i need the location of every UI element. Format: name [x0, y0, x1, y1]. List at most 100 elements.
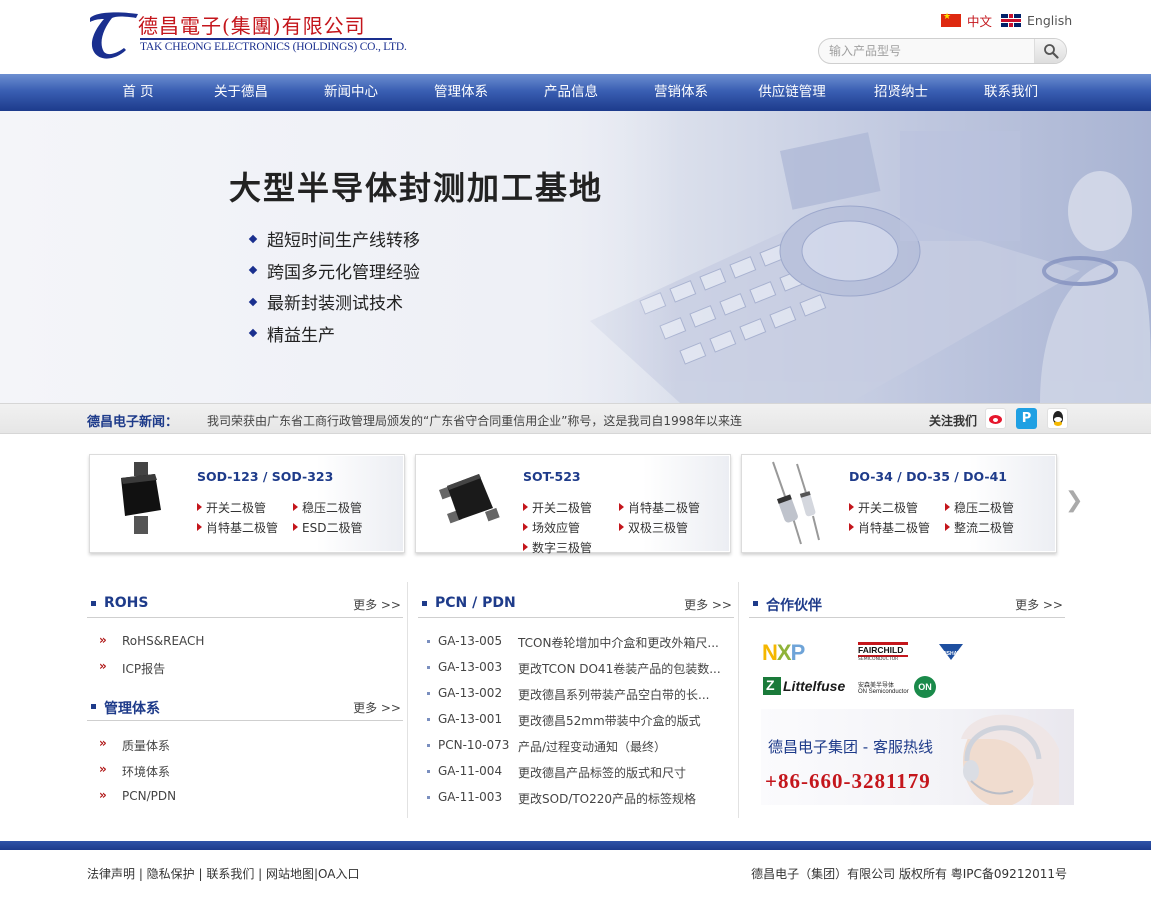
nav-careers[interactable]: 招贤纳士	[869, 74, 933, 111]
banner-bullet: 超短时间生产线转移	[248, 223, 420, 255]
vishay-logo[interactable]: VISHAY	[938, 642, 964, 667]
product-link[interactable]: 数字三极管	[523, 539, 592, 556]
product-card-sot[interactable]: SOT-523 开关二极管 肖特基二极管 场效应管 双极三极管 数字三极管	[415, 454, 731, 555]
sod-package-image	[91, 456, 187, 551]
bullet-diamond-icon	[248, 329, 258, 338]
product-link[interactable]: 肖特基二极管	[849, 519, 930, 536]
banner-bullet-list: 超短时间生产线转移 跨国多元化管理经验 最新封装测试技术 精益生产	[248, 223, 420, 350]
management-section-header: 管理体系 更多 >>	[87, 687, 403, 721]
product-card-do[interactable]: DO-34 / DO-35 / DO-41 开关二极管 稳压二极管 肖特基二极管…	[741, 454, 1057, 553]
product-link[interactable]: 开关二极管	[523, 499, 592, 516]
qq-icon[interactable]	[1047, 408, 1068, 429]
banner-bullet: 最新封装测试技术	[248, 286, 420, 318]
bullet-diamond-icon	[248, 234, 258, 243]
product-link[interactable]: 开关二极管	[849, 499, 918, 516]
double-chevron-icon: »	[99, 659, 107, 673]
rohs-more-link[interactable]: 更多 >>	[353, 596, 401, 613]
banner-title: 大型半导体封测加工基地	[229, 169, 604, 207]
product-link[interactable]: 肖特基二极管	[197, 519, 278, 536]
pcn-more-link[interactable]: 更多 >>	[684, 596, 732, 613]
logo[interactable]: 德昌電子(集團)有限公司 TAK CHEONG ELECTRONICS (HOL…	[86, 8, 407, 60]
hotline-title: 德昌电子集团 - 客服热线	[768, 738, 933, 756]
tencent-weibo-icon[interactable]: P	[1016, 408, 1037, 429]
fairchild-logo[interactable]: FAIRCHILD SEMICONDUCTOR	[858, 642, 908, 662]
nav-supply-chain[interactable]: 供应链管理	[752, 74, 832, 111]
littelfuse-logo[interactable]: Z Littelfuse	[763, 677, 845, 695]
lang-english-link[interactable]: English	[1027, 13, 1072, 28]
management-title: 管理体系	[91, 698, 160, 718]
banner-bullet-text: 跨国多元化管理经验	[267, 262, 420, 283]
product-link[interactable]: 开关二极管	[197, 499, 266, 516]
banner-bullet: 精益生产	[248, 318, 420, 350]
follow-us-label: 关注我们	[929, 414, 978, 428]
product-link[interactable]: 整流二极管	[945, 519, 1014, 536]
banner-bullet-text: 超短时间生产线转移	[267, 231, 420, 252]
news-ticker-text[interactable]: 我司荣获由广东省工商行政管理局颁发的“广东省守合同重信用企业”称号，这是我司自1…	[207, 412, 742, 429]
rohs-title: ROHS	[90, 595, 149, 611]
customer-hotline-banner[interactable]: 德昌电子集团 - 客服热线 +86-660-3281179	[761, 709, 1074, 805]
logo-name-en: TAK CHEONG ELECTRONICS (HOLDINGS) CO., L…	[140, 41, 407, 53]
bullet-dot-icon	[427, 640, 430, 643]
management-link-label: 质量体系	[122, 739, 171, 753]
product-link[interactable]: 稳压二极管	[945, 499, 1014, 516]
nav-about[interactable]: 关于德昌	[209, 74, 273, 111]
product-link[interactable]: ESD二极管	[293, 519, 362, 536]
product-link[interactable]: 肖特基二极管	[619, 499, 700, 516]
partners-title: 合作伙伴	[753, 595, 822, 615]
product-link[interactable]: 场效应管	[523, 519, 580, 536]
pcn-desc: 更改德昌52mm带装中介盒的版式	[518, 714, 701, 728]
rohs-link-label: ICP报告	[122, 662, 166, 676]
pcn-code: GA-13-001	[438, 712, 503, 726]
double-chevron-icon: »	[99, 633, 107, 647]
headset-woman-image	[961, 714, 1059, 805]
double-chevron-icon: »	[99, 788, 107, 802]
nav-products[interactable]: 产品信息	[539, 74, 603, 111]
pcn-code: PCN-10-073	[438, 738, 510, 752]
product-card-body: SOT-523 开关二极管 肖特基二极管 场效应管 双极三极管 数字三极管	[513, 456, 729, 555]
product-card-title[interactable]: DO-34 / DO-35 / DO-41	[849, 469, 1007, 484]
column-divider	[407, 582, 408, 818]
management-link[interactable]: » 质量体系	[99, 736, 171, 754]
management-link[interactable]: » PCN/PDN	[99, 788, 177, 803]
footer-links[interactable]: 法律声明 | 隐私保护 | 联系我们 | 网站地图|OA入口	[87, 865, 360, 882]
partners-section-header: 合作伙伴 更多 >>	[749, 584, 1065, 618]
nav-news[interactable]: 新闻中心	[319, 74, 383, 111]
product-card-title[interactable]: SOT-523	[523, 469, 581, 484]
rohs-link[interactable]: » RoHS&REACH	[99, 633, 204, 648]
weibo-icon[interactable]	[985, 408, 1006, 429]
nav-marketing[interactable]: 营销体系	[649, 74, 713, 111]
column-divider	[738, 582, 739, 818]
product-link[interactable]: 稳压二极管	[293, 499, 362, 516]
lang-chinese-link[interactable]: 中文	[967, 11, 992, 30]
pcn-desc: 更改SOD/TO220产品的标签规格	[518, 792, 697, 806]
partners-more-link[interactable]: 更多 >>	[1015, 596, 1063, 613]
rohs-link[interactable]: » ICP报告	[99, 659, 166, 677]
carousel-next-icon[interactable]: ❯	[1065, 488, 1083, 513]
management-link-label: PCN/PDN	[122, 789, 177, 803]
pcn-desc: 产品/过程变动通知（最终）	[518, 740, 667, 754]
rohs-section-header: ROHS 更多 >>	[87, 584, 403, 618]
banner-bullet-text: 精益生产	[267, 325, 335, 346]
management-link-label: 环境体系	[122, 765, 171, 779]
management-link[interactable]: » 环境体系	[99, 762, 171, 780]
pcn-desc: TCON卷轮增加中介盒和更改外箱尺...	[518, 636, 719, 650]
pcn-code: GA-13-005	[438, 634, 503, 648]
product-link[interactable]: 双极三极管	[619, 519, 688, 536]
banner-bullet-text: 最新封装测试技术	[267, 294, 403, 315]
search-button[interactable]	[1034, 39, 1066, 63]
nxp-logo[interactable]: NXP	[762, 640, 805, 666]
product-card-sod[interactable]: SOD-123 / SOD-323 开关二极管 稳压二极管 肖特基二极管 ESD…	[89, 454, 405, 553]
nav-home[interactable]: 首 页	[110, 74, 166, 111]
pcn-section-header: PCN / PDN 更多 >>	[418, 584, 734, 618]
search-input[interactable]	[829, 42, 1034, 60]
management-more-link[interactable]: 更多 >>	[353, 699, 401, 716]
hotline-number: +86-660-3281179	[765, 769, 931, 793]
product-card-body: SOD-123 / SOD-323 开关二极管 稳压二极管 肖特基二极管 ESD…	[187, 456, 403, 551]
nav-management[interactable]: 管理体系	[429, 74, 493, 111]
logo-mark-icon	[90, 12, 138, 59]
onsemi-logo[interactable]: 安森美半导体 ON Semiconductor	[858, 680, 909, 695]
hero-banner[interactable]: 大型半导体封测加工基地 超短时间生产线转移 跨国多元化管理经验 最新封装测试技术…	[0, 111, 1151, 403]
nav-contact[interactable]: 联系我们	[979, 74, 1043, 111]
product-card-title[interactable]: SOD-123 / SOD-323	[197, 469, 333, 484]
do-package-image	[743, 456, 839, 551]
